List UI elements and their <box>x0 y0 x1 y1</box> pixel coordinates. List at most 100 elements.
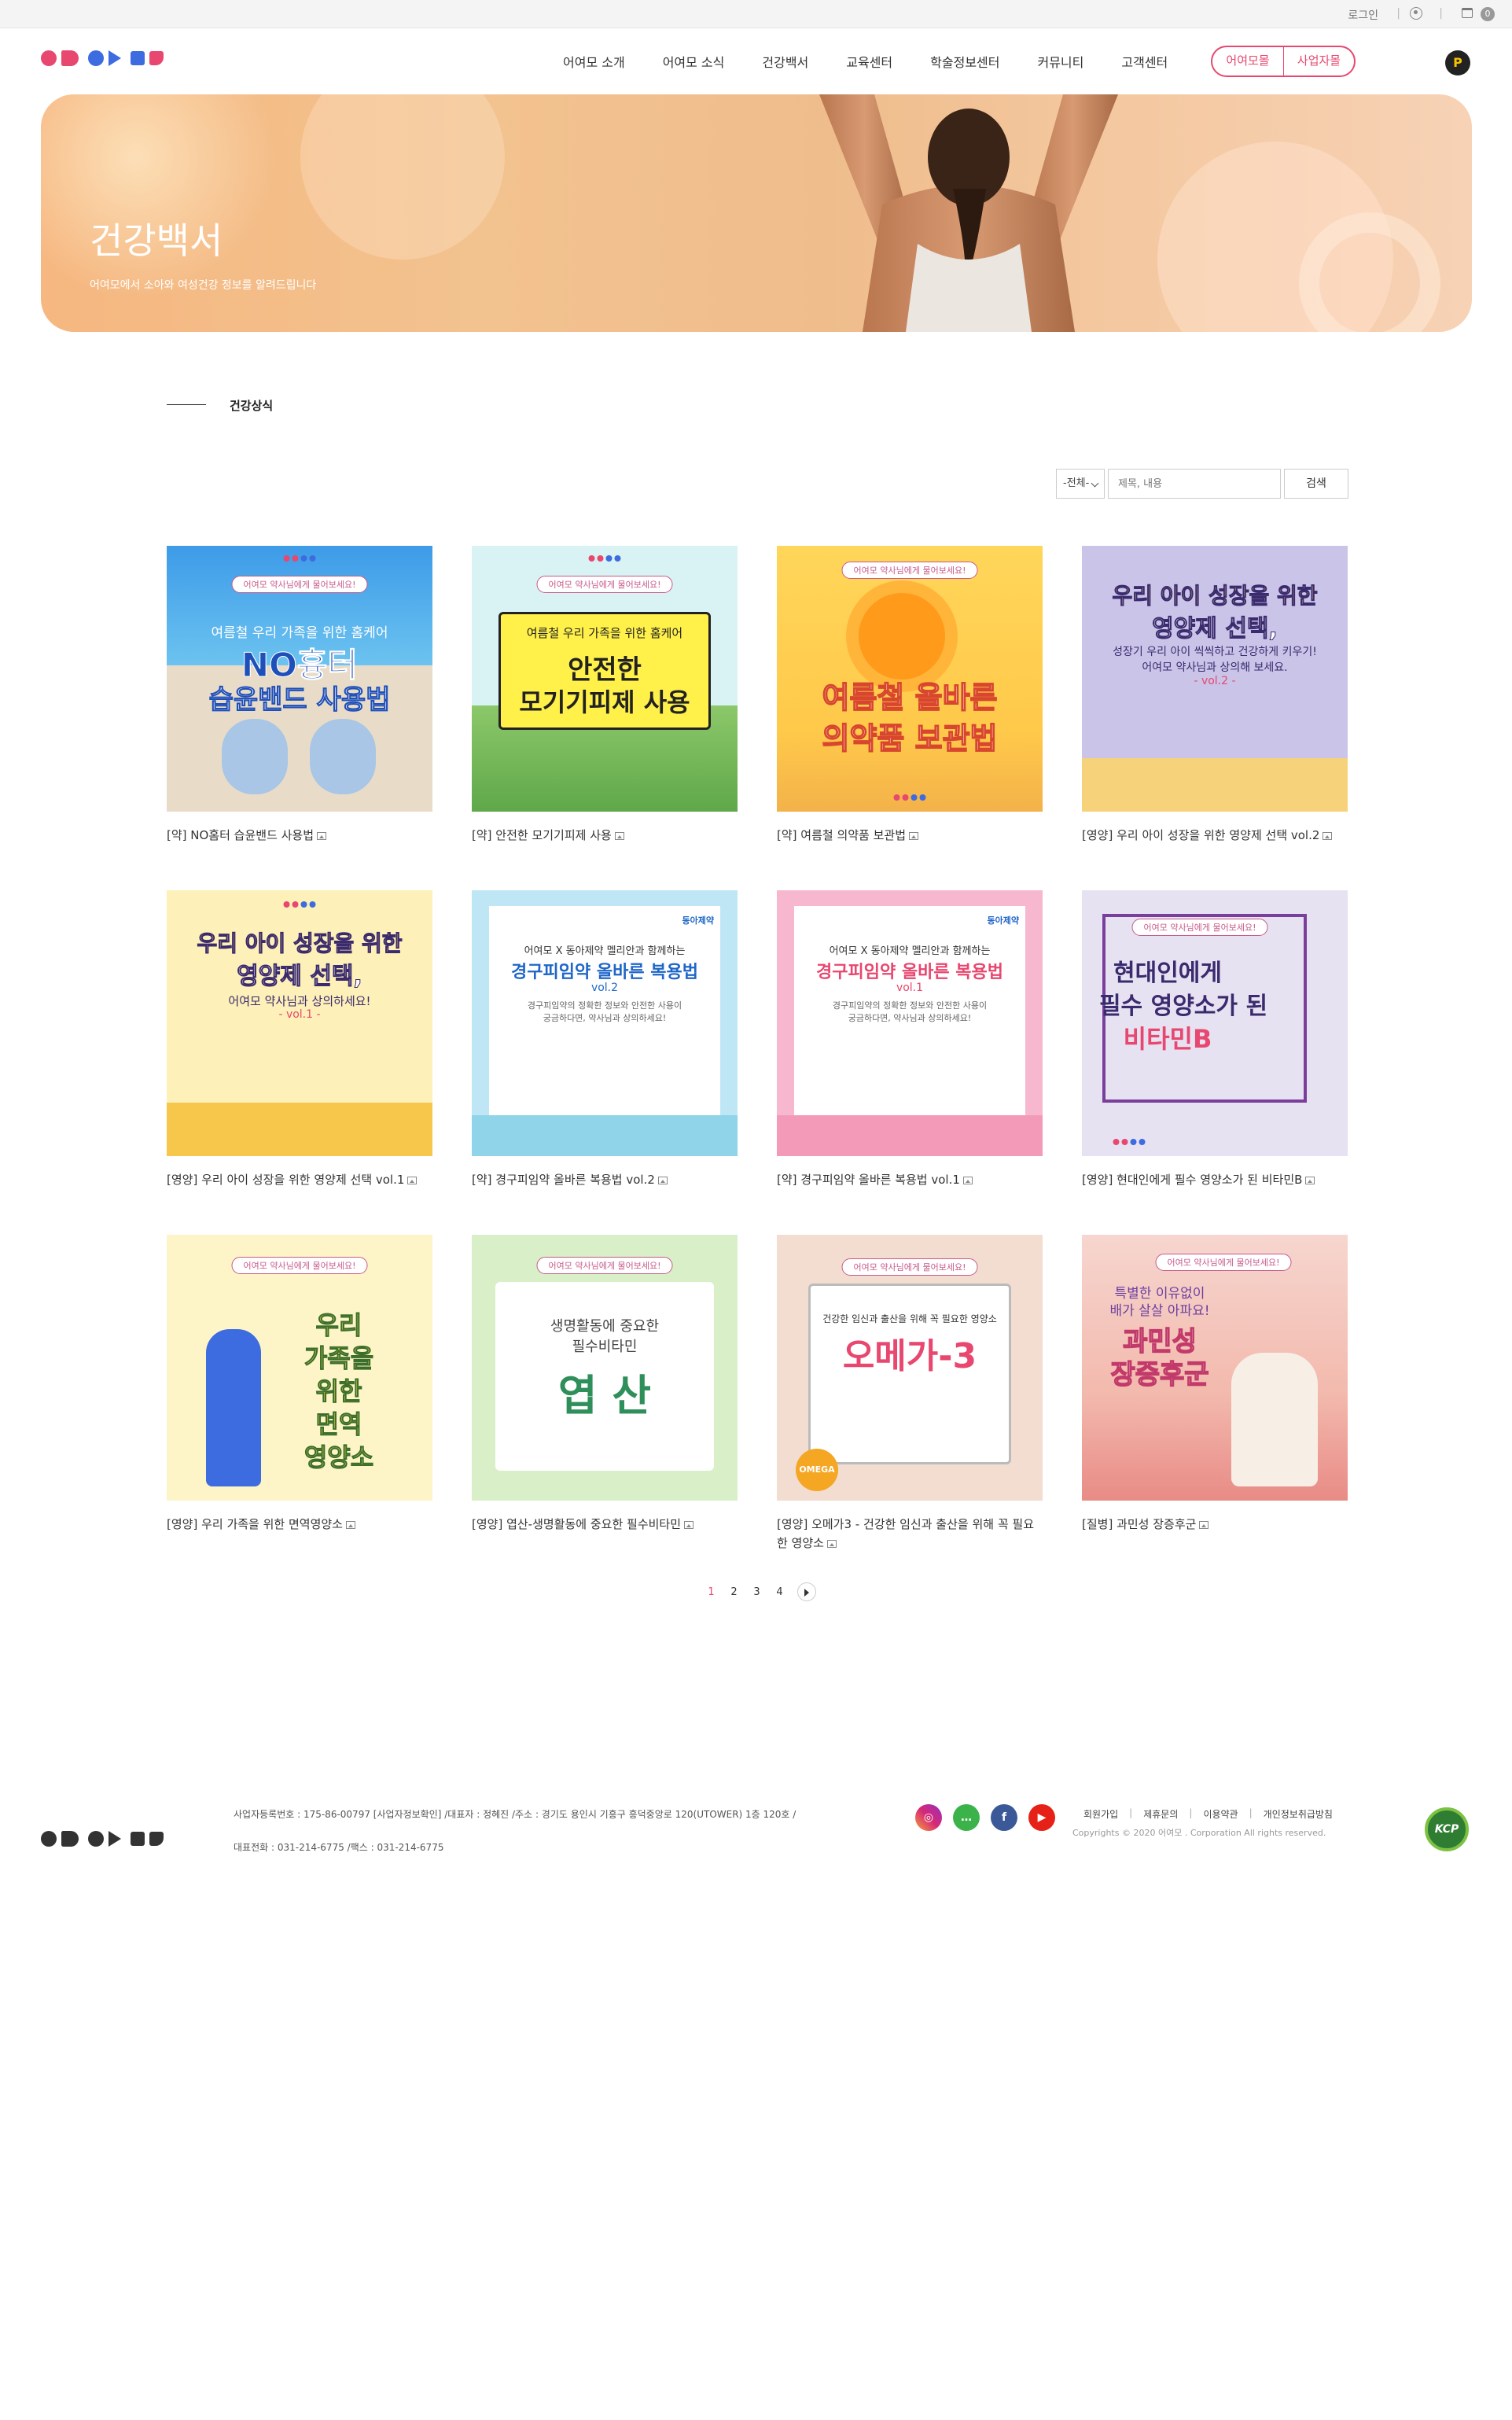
thumb-text: vol.1 <box>896 982 924 994</box>
image-attached-icon <box>1199 1520 1209 1529</box>
post-card[interactable]: 어여모 약사님에게 물어보세요! 건강한 임신과 출산을 위해 꼭 필요한 영양… <box>777 1235 1043 1553</box>
sns-links: ◎ … f ▶ <box>915 1804 1055 1831</box>
thumb-text: 어여모 X 동아제약 멜리안과 함께하는 <box>524 945 686 957</box>
thumb-panel <box>489 906 720 1142</box>
thumb-title: 면역 <box>315 1409 362 1440</box>
thumb-badge: 어여모 약사님에게 물어보세요! <box>1131 919 1268 936</box>
kcp-seal[interactable]: KCP <box>1425 1807 1469 1851</box>
thumb-title: 우리 <box>315 1310 362 1341</box>
thumb-title: 우리 아이 성장을 위한 <box>1112 583 1318 610</box>
nav-education[interactable]: 교육센터 <box>827 52 911 71</box>
mypage-icon[interactable] <box>1410 7 1422 20</box>
post-title[interactable]: [영양] 오메가3 - 건강한 임신과 출산을 위해 꼭 필요한 영양소 <box>777 1515 1043 1553</box>
point-icon[interactable]: P <box>1445 50 1470 76</box>
thumb-title: 습윤밴드 사용법 <box>208 684 391 716</box>
post-thumbnail[interactable]: 어여모 약사님에게 물어보세요! 현대인에게 필수 영양소가 된 비타민B <box>1082 890 1348 1156</box>
thumb-title: 가족을 <box>304 1343 374 1374</box>
post-thumbnail[interactable]: 동아제약 어여모 X 동아제약 멜리안과 함께하는 경구피임약 올바른 복용법 … <box>777 890 1043 1156</box>
user-mall-button[interactable]: 어여모몰 <box>1212 47 1283 76</box>
hero-subtitle: 어여모에서 소아와 여성건강 정보를 알려드립니다 <box>90 279 317 292</box>
contact-info: 대표전화 : 031-214-6775 /팩스 : 031-214-6775 <box>234 1842 444 1853</box>
post-thumbnail[interactable]: 어여모 약사님에게 물어보세요! 여름철 우리 가족을 위한 홈케어 NO흉터 … <box>167 546 432 812</box>
thumb-text: 필수비타민 <box>572 1339 638 1355</box>
post-title[interactable]: [약] 경구피임약 올바른 복용법 vol.2 <box>472 1170 738 1189</box>
post-thumbnail[interactable]: 어여모 약사님에게 물어보세요! 생명활동에 중요한 필수비타민 엽 산 <box>472 1235 738 1501</box>
post-card[interactable]: 동아제약 어여모 X 동아제약 멜리안과 함께하는 경구피임약 올바른 복용법 … <box>777 890 1043 1189</box>
search-category-select[interactable]: -전체- <box>1056 469 1105 499</box>
post-title[interactable]: [영양] 우리 아이 성장을 위한 영양제 선택 vol.2 <box>1082 826 1348 845</box>
hand-illustration <box>222 719 288 794</box>
post-title[interactable]: [영양] 우리 가족을 위한 면역영양소 <box>167 1515 432 1534</box>
post-thumbnail[interactable]: 어여모 약사님에게 물어보세요! 여름철 올바른 의약품 보관법 <box>777 546 1043 812</box>
search-input[interactable] <box>1108 469 1281 499</box>
post-card[interactable]: 어여모 약사님에게 물어보세요! 여름철 우리 가족을 위한 홈케어 NO흉터 … <box>167 546 432 845</box>
post-thumbnail[interactable]: 어여모 약사님에게 물어보세요! 건강한 임신과 출산을 위해 꼭 필요한 영양… <box>777 1235 1043 1501</box>
nav-health[interactable]: 건강백서 <box>743 52 827 71</box>
nav-academic[interactable]: 학술정보센터 <box>911 52 1018 71</box>
footer-link-join[interactable]: 회원가입 <box>1072 1807 1129 1821</box>
post-thumbnail[interactable]: 우리 아이 성장을 위한 영양제 선택, 어여모 약사님과 상의하세요! - v… <box>167 890 432 1156</box>
thumb-text: 궁금하다면, 약사님과 상의하세요! <box>543 1013 667 1023</box>
youtube-icon[interactable]: ▶ <box>1028 1804 1055 1831</box>
thumb-title: 필수 영양소가 된 <box>1098 993 1268 1020</box>
post-title[interactable]: [영양] 엽산-생명활동에 중요한 필수비타민 <box>472 1515 738 1534</box>
post-thumbnail[interactable]: 동아제약 어여모 X 동아제약 멜리안과 함께하는 경구피임약 올바른 복용법 … <box>472 890 738 1156</box>
footer-logo <box>41 1831 164 1847</box>
footer-link-terms[interactable]: 이용약관 <box>1192 1807 1249 1821</box>
cart-icon[interactable] <box>1462 8 1473 18</box>
post-card[interactable]: 우리 아이 성장을 위한 영양제 선택, 성장기 우리 아이 씩씩하고 건강하게… <box>1082 546 1348 845</box>
footer-link-partner[interactable]: 제휴문의 <box>1132 1807 1189 1821</box>
post-thumbnail[interactable]: 우리 아이 성장을 위한 영양제 선택, 성장기 우리 아이 씩씩하고 건강하게… <box>1082 546 1348 812</box>
page-3[interactable]: 3 <box>745 1586 768 1598</box>
thumb-text: 어여모 약사님과 상의해 보세요. <box>1142 661 1288 674</box>
image-attached-icon <box>909 831 919 840</box>
post-thumbnail[interactable]: 어여모 약사님에게 물어보세요! 특별한 이유없이 배가 살살 아파요! 과민성… <box>1082 1235 1348 1501</box>
page-2[interactable]: 2 <box>723 1586 745 1598</box>
post-title[interactable]: [영양] 우리 아이 성장을 위한 영양제 선택 vol.1 <box>167 1170 432 1189</box>
nav-community[interactable]: 커뮤니티 <box>1018 52 1102 71</box>
thumb-title: 경구피임약 올바른 복용법 <box>816 963 1003 982</box>
thumb-title: 의약품 보관법 <box>822 720 999 757</box>
post-card[interactable]: 동아제약 어여모 X 동아제약 멜리안과 함께하는 경구피임약 올바른 복용법 … <box>472 890 738 1189</box>
post-card[interactable]: 우리 아이 성장을 위한 영양제 선택, 어여모 약사님과 상의하세요! - v… <box>167 890 432 1189</box>
post-title[interactable]: [질병] 과민성 장증후군 <box>1082 1515 1348 1534</box>
post-thumbnail[interactable]: 어여모 약사님에게 물어보세요! 여름철 우리 가족을 위한 홈케어 안전한 모… <box>472 546 738 812</box>
post-card[interactable]: 어여모 약사님에게 물어보세요! 생명활동에 중요한 필수비타민 엽 산 [영양… <box>472 1235 738 1534</box>
post-card[interactable]: 어여모 약사님에게 물어보세요! 특별한 이유없이 배가 살살 아파요! 과민성… <box>1082 1235 1348 1534</box>
post-title[interactable]: [약] 안전한 모기기피제 사용 <box>472 826 738 845</box>
image-attached-icon <box>317 831 327 840</box>
image-attached-icon <box>657 1176 668 1184</box>
post-title[interactable]: [약] 여름철 의약품 보관법 <box>777 826 1043 845</box>
thumb-badge: 어여모 약사님에게 물어보세요! <box>231 1257 368 1274</box>
hero-decoration <box>300 94 505 260</box>
nav-news[interactable]: 어여모 소식 <box>644 52 744 71</box>
post-card[interactable]: 어여모 약사님에게 물어보세요! 현대인에게 필수 영양소가 된 비타민B [영… <box>1082 890 1348 1189</box>
post-card[interactable]: 어여모 약사님에게 물어보세요! 우리 가족을 위한 면역 영양소 [영양] 우… <box>167 1235 432 1534</box>
talk-icon[interactable]: … <box>953 1804 980 1831</box>
page-1[interactable]: 1 <box>700 1586 723 1598</box>
thumb-text: 여름철 우리 가족을 위한 홈케어 <box>526 626 683 640</box>
biz-mall-button[interactable]: 사업자몰 <box>1283 47 1354 76</box>
nav-about[interactable]: 어여모 소개 <box>544 52 644 71</box>
search-button[interactable]: 검색 <box>1284 469 1348 499</box>
facebook-icon[interactable]: f <box>991 1804 1017 1831</box>
instagram-icon[interactable]: ◎ <box>915 1804 942 1831</box>
thumb-text: vol.2 <box>590 982 619 994</box>
post-card[interactable]: 어여모 약사님에게 물어보세요! 여름철 올바른 의약품 보관법 [약] 여름철… <box>777 546 1043 845</box>
post-title[interactable]: [약] 경구피임약 올바른 복용법 vol.1 <box>777 1170 1043 1189</box>
nav-support[interactable]: 고객센터 <box>1102 52 1186 71</box>
footer-link-privacy[interactable]: 개인정보취급방침 <box>1253 1807 1344 1821</box>
footer-links: 회원가입 | 제휴문의 | 이용약관 | 개인정보취급방침 <box>1072 1807 1344 1821</box>
post-thumbnail[interactable]: 어여모 약사님에게 물어보세요! 우리 가족을 위한 면역 영양소 <box>167 1235 432 1501</box>
pagination: 1 2 3 4 <box>700 1582 816 1601</box>
post-card[interactable]: 어여모 약사님에게 물어보세요! 여름철 우리 가족을 위한 홈케어 안전한 모… <box>472 546 738 845</box>
logo-shape <box>109 50 121 66</box>
family-illustration <box>1082 758 1348 812</box>
search-bar: -전체- 검색 <box>1056 469 1348 499</box>
post-title[interactable]: [영양] 현대인에게 필수 영양소가 된 비타민B <box>1082 1170 1348 1189</box>
post-title[interactable]: [약] NO홈터 습윤밴드 사용법 <box>167 826 432 845</box>
login-link[interactable]: 로그인 <box>1348 7 1378 23</box>
next-page-icon[interactable] <box>797 1582 816 1601</box>
page-4[interactable]: 4 <box>768 1586 791 1598</box>
site-logo[interactable] <box>41 50 164 66</box>
